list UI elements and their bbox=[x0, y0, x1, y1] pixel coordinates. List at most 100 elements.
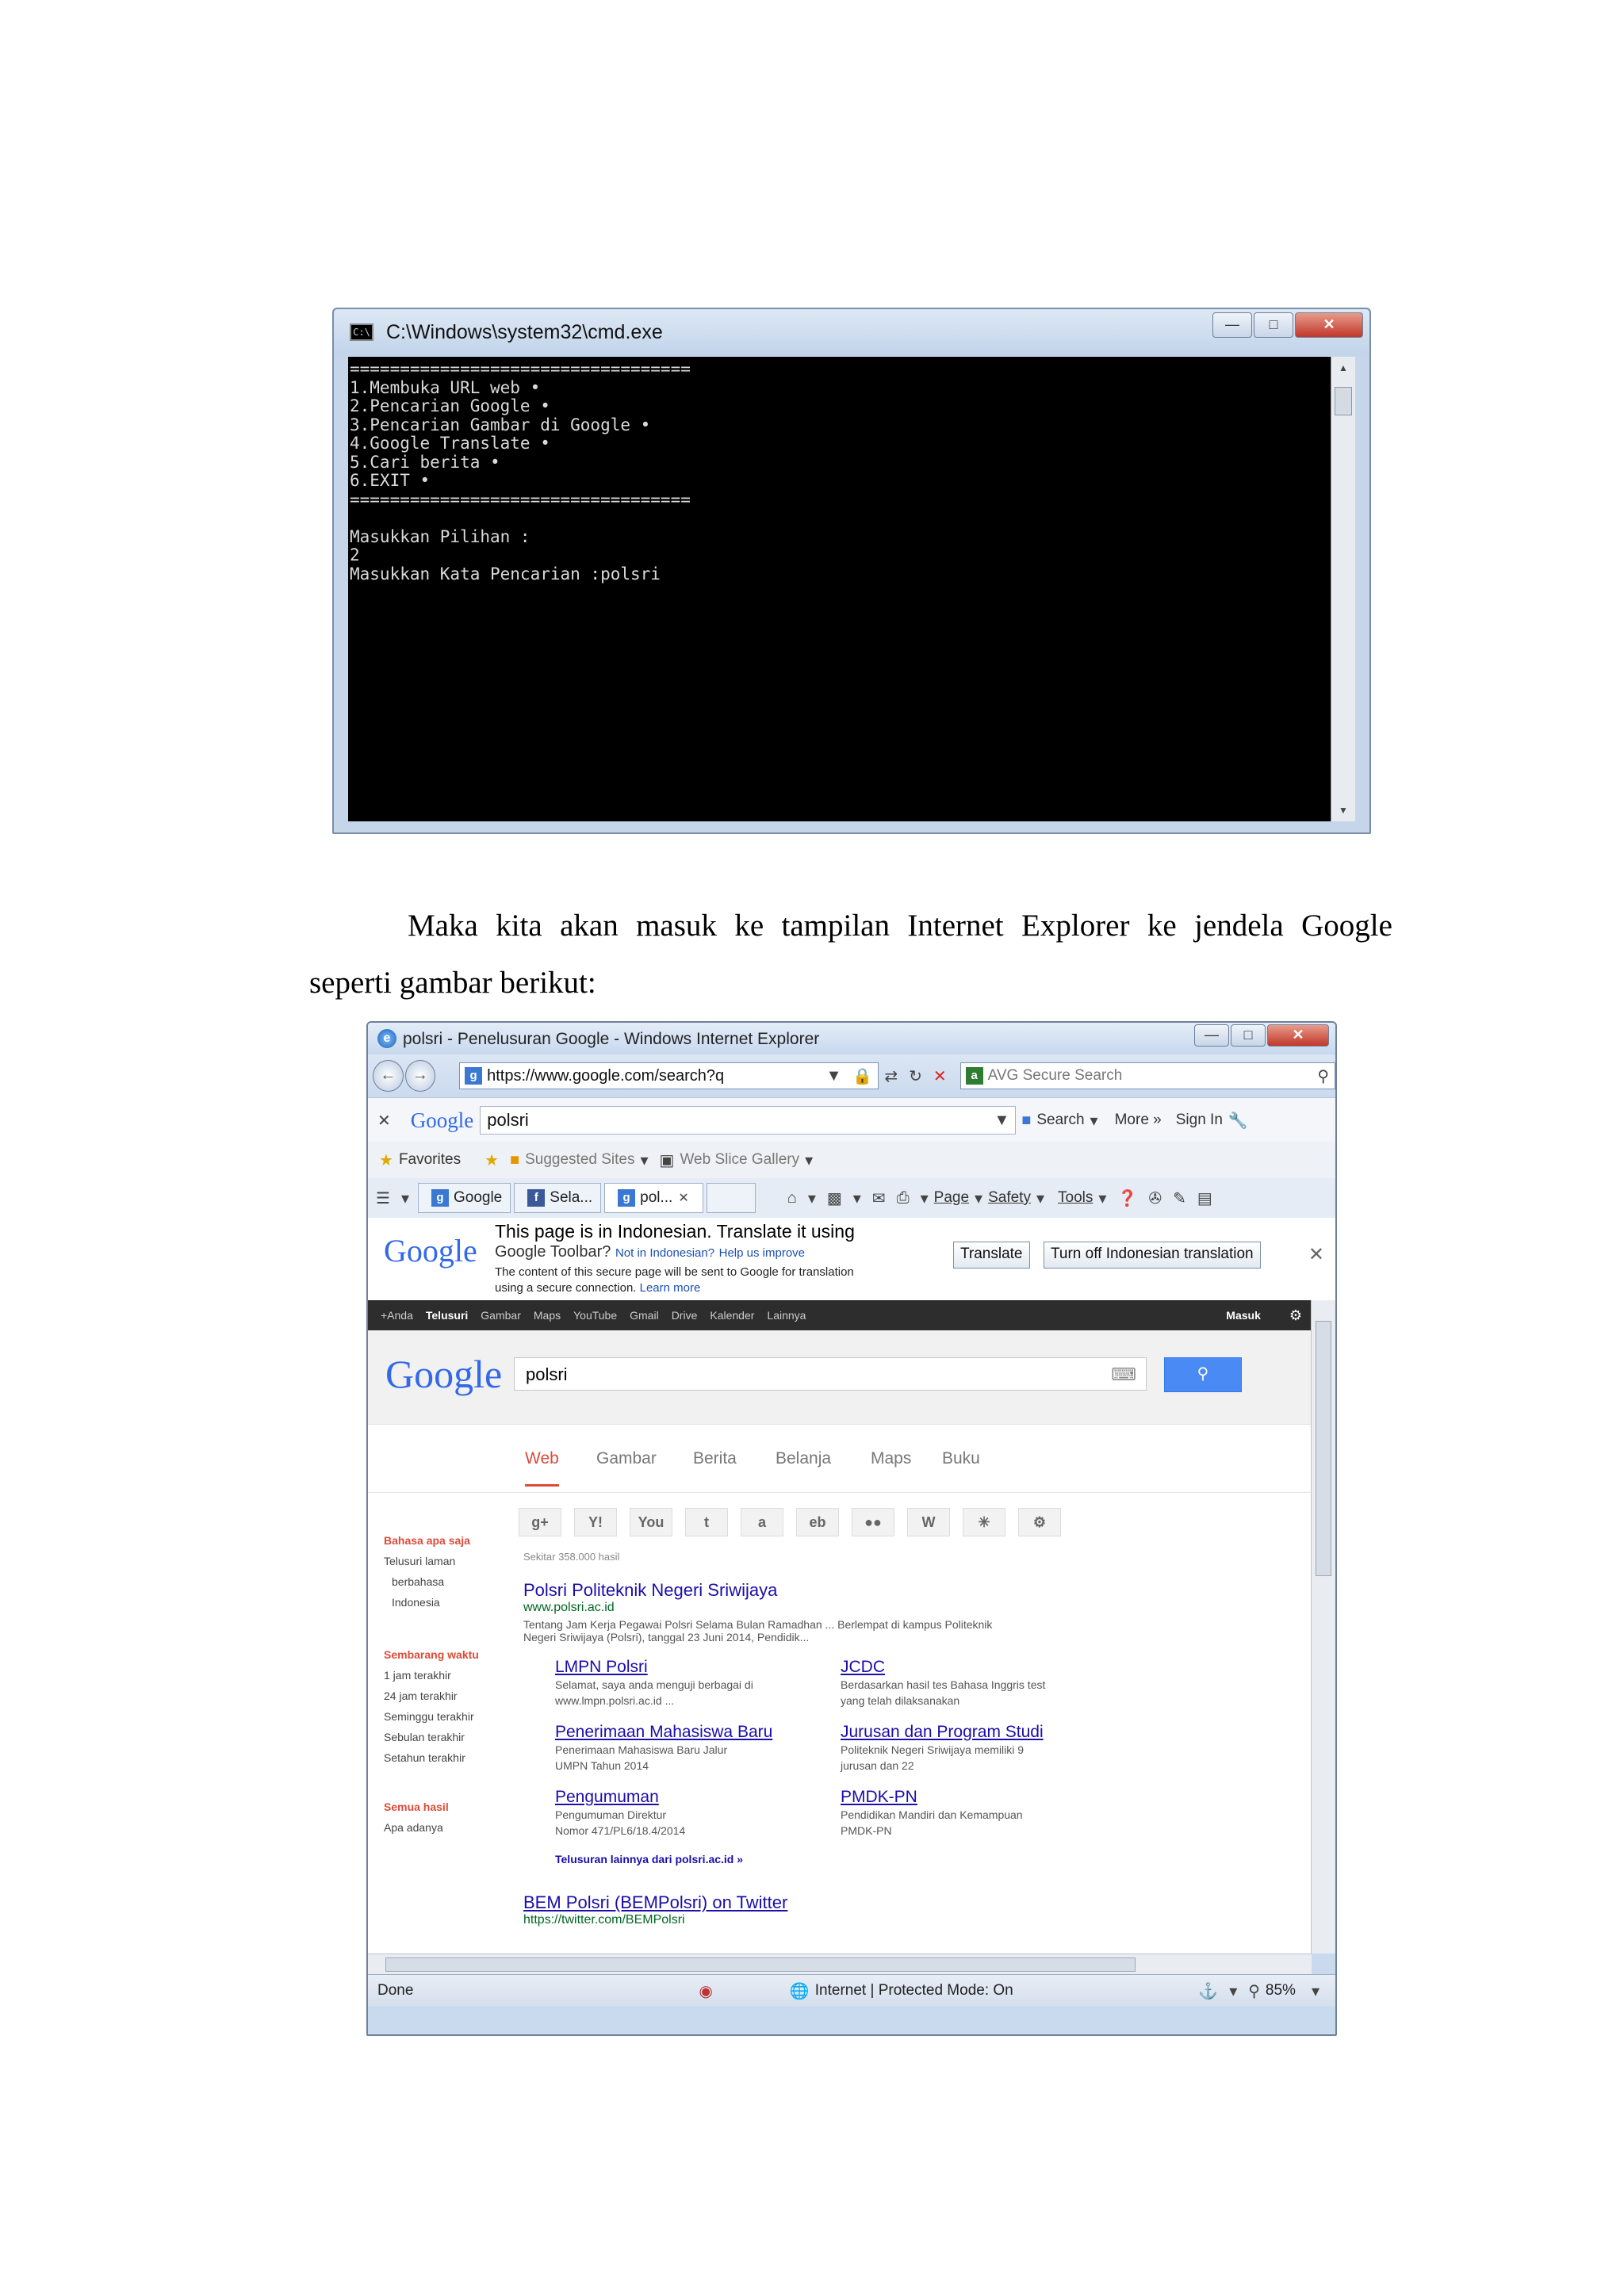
yahoo-icon[interactable]: Y! bbox=[574, 1508, 617, 1536]
blog-icon[interactable]: ✎ bbox=[1173, 1188, 1186, 1208]
chevron-down-icon[interactable]: ▾ bbox=[805, 1150, 813, 1170]
time-filter-item[interactable]: Setahun terakhir bbox=[384, 1747, 519, 1768]
more-results-link[interactable]: Telusuran lainnya dari polsri.ac.id » bbox=[555, 1853, 1158, 1866]
google-logo[interactable]: Google bbox=[385, 1351, 502, 1397]
home-icon[interactable]: ⌂ bbox=[787, 1189, 797, 1207]
youtube-icon[interactable]: You bbox=[630, 1508, 672, 1536]
dropdown-icon[interactable]: ▼ bbox=[994, 1112, 1009, 1130]
chevron-down-icon[interactable]: ▾ bbox=[640, 1150, 648, 1170]
tab-facebook[interactable]: f Sela... bbox=[514, 1183, 602, 1213]
chevron-down-icon[interactable]: ▾ bbox=[1036, 1188, 1044, 1208]
lang-filter-item[interactable]: Telusuri laman bbox=[384, 1551, 519, 1571]
lang-filter-item[interactable]: berbahasa bbox=[384, 1571, 519, 1592]
onenote-icon[interactable]: ▤ bbox=[1197, 1188, 1212, 1208]
tab-maps[interactable]: Maps bbox=[871, 1449, 911, 1468]
feeds-icon[interactable]: ▩ bbox=[827, 1188, 842, 1208]
tools-menu[interactable]: Tools bbox=[1058, 1189, 1093, 1207]
zoom-level[interactable]: 85% bbox=[1266, 1982, 1296, 1999]
sitelink-title[interactable]: Penerimaan Mahasiswa Baru bbox=[555, 1723, 772, 1741]
toolbar-more-button[interactable]: More » bbox=[1115, 1112, 1162, 1129]
minimize-button[interactable]: — bbox=[1212, 312, 1252, 338]
google-search-button[interactable]: ⚲ bbox=[1164, 1357, 1242, 1392]
result-title[interactable]: BEM Polsri (BEMPolsri) on Twitter bbox=[523, 1892, 1158, 1913]
safety-menu[interactable]: Safety bbox=[988, 1189, 1031, 1207]
maximize-button[interactable]: □ bbox=[1254, 312, 1293, 338]
scroll-up-icon[interactable]: ▲ bbox=[1331, 357, 1355, 379]
gbar-item[interactable]: Lainnya bbox=[767, 1309, 806, 1322]
gear-icon[interactable]: ⚙ bbox=[1289, 1307, 1302, 1324]
privacy-icon[interactable]: ◉ bbox=[699, 1981, 712, 2001]
chevron-down-icon[interactable]: ▾ bbox=[921, 1188, 929, 1208]
sitelink-title[interactable]: Pengumuman bbox=[555, 1788, 659, 1806]
time-filter-item[interactable]: Sebulan terakhir bbox=[384, 1727, 519, 1747]
close-button[interactable]: ✕ bbox=[1267, 1024, 1329, 1047]
scroll-thumb[interactable] bbox=[385, 1957, 1136, 1972]
zoom-icon[interactable]: ⚲ bbox=[1248, 1981, 1260, 2001]
tab-buku[interactable]: Buku bbox=[942, 1449, 980, 1468]
lang-filter-item[interactable]: Indonesia bbox=[384, 1592, 519, 1613]
keyboard-icon[interactable]: ⌨ bbox=[1111, 1364, 1136, 1385]
lock-icon[interactable]: 🔒 bbox=[852, 1066, 872, 1086]
chevron-down-icon[interactable]: ▾ bbox=[401, 1188, 409, 1208]
favorites-button[interactable]: Favorites bbox=[399, 1151, 461, 1169]
gbar-item[interactable]: Drive bbox=[672, 1309, 698, 1322]
gbar-item[interactable]: Gambar bbox=[481, 1309, 521, 1322]
scroll-thumb[interactable] bbox=[1335, 387, 1352, 415]
translate-button[interactable]: Translate bbox=[953, 1242, 1030, 1269]
scroll-thumb[interactable] bbox=[1316, 1321, 1331, 1576]
quick-tabs-icon[interactable]: ☰ bbox=[376, 1188, 390, 1208]
settings-icon[interactable]: ⚙ bbox=[1018, 1508, 1061, 1536]
print-icon[interactable]: ⎙ bbox=[897, 1189, 910, 1207]
gbar-item[interactable]: Kalender bbox=[710, 1309, 754, 1322]
chevron-down-icon[interactable]: ▾ bbox=[975, 1188, 982, 1208]
close-toolbar-icon[interactable]: ✕ bbox=[377, 1111, 391, 1131]
wikipedia-icon[interactable]: W bbox=[907, 1508, 950, 1536]
zone-status[interactable]: Internet | Protected Mode: On bbox=[815, 1982, 1013, 1999]
turn-off-translation-button[interactable]: Turn off Indonesian translation bbox=[1044, 1242, 1261, 1269]
cmd-titlebar[interactable]: C:\ C:\Windows\system32\cmd.exe — □ ✕ bbox=[334, 309, 1369, 355]
results-filter-header[interactable]: Semua hasil bbox=[384, 1797, 519, 1817]
favorites-star-icon[interactable]: ★ bbox=[379, 1150, 393, 1170]
page-vertical-scrollbar[interactable] bbox=[1311, 1300, 1335, 1954]
help-icon[interactable]: ❓ bbox=[1117, 1188, 1137, 1208]
gbar-item[interactable]: Gmail bbox=[630, 1309, 659, 1322]
minimize-button[interactable]: — bbox=[1194, 1024, 1229, 1047]
google-search-input[interactable]: polsri ⌨ bbox=[514, 1357, 1147, 1391]
tumblr-icon[interactable]: t bbox=[685, 1508, 728, 1536]
chevron-down-icon[interactable]: ▾ bbox=[1312, 1981, 1320, 2001]
tab-web[interactable]: Web bbox=[525, 1449, 559, 1487]
results-filter-item[interactable]: Apa adanya bbox=[384, 1817, 519, 1838]
sitelink-title[interactable]: Jurusan dan Program Studi bbox=[841, 1723, 1044, 1741]
flickr-icon[interactable]: ●● bbox=[852, 1508, 894, 1536]
tab-berita[interactable]: Berita bbox=[693, 1449, 737, 1468]
scroll-down-icon[interactable]: ▼ bbox=[1331, 799, 1355, 821]
back-icon[interactable]: ← bbox=[373, 1060, 404, 1092]
protected-mode-icon[interactable]: ⚓ bbox=[1198, 1981, 1218, 2001]
research-icon[interactable]: ✇ bbox=[1148, 1188, 1162, 1208]
wrench-icon[interactable]: 🔧 bbox=[1228, 1111, 1248, 1131]
ie-titlebar[interactable]: e polsri - Penelusuran Google - Windows … bbox=[368, 1023, 1335, 1054]
maximize-button[interactable]: □ bbox=[1231, 1024, 1266, 1047]
result-title[interactable]: Polsri Politeknik Negeri Sriwijaya bbox=[523, 1580, 1158, 1601]
gbar-item[interactable]: Maps bbox=[534, 1309, 561, 1322]
amazon-icon[interactable]: a bbox=[741, 1508, 783, 1536]
chevron-down-icon[interactable]: ▾ bbox=[1229, 1981, 1237, 2001]
google-plus-icon[interactable]: g+ bbox=[519, 1508, 561, 1536]
new-tab-button[interactable] bbox=[706, 1183, 756, 1213]
gbar-item[interactable]: YouTube bbox=[573, 1309, 617, 1322]
close-tab-icon[interactable]: ✕ bbox=[678, 1190, 688, 1206]
web-slice-link[interactable]: Web Slice Gallery bbox=[680, 1151, 799, 1169]
help-improve-link[interactable]: Help us improve bbox=[719, 1246, 805, 1260]
dropdown-icon[interactable]: ▼ bbox=[826, 1067, 842, 1085]
not-indonesian-link[interactable]: Not in Indonesian? bbox=[615, 1246, 714, 1260]
address-bar[interactable]: g https://www.google.com/search?q ▼ 🔒 bbox=[459, 1062, 879, 1089]
chevron-down-icon[interactable]: ▾ bbox=[853, 1188, 861, 1208]
console-output[interactable]: ================================== 1.Memb… bbox=[348, 357, 1355, 821]
ebay-icon[interactable]: eb bbox=[796, 1508, 839, 1536]
page-menu[interactable]: Page bbox=[934, 1189, 969, 1207]
mail-icon[interactable]: ✉ bbox=[872, 1188, 886, 1208]
toolbar-search-button[interactable]: Search bbox=[1036, 1112, 1084, 1129]
time-filter-header[interactable]: Sembarang waktu bbox=[384, 1644, 519, 1665]
close-icon[interactable]: ✕ bbox=[1308, 1243, 1324, 1266]
add-favorite-icon[interactable]: ★ bbox=[485, 1150, 499, 1170]
